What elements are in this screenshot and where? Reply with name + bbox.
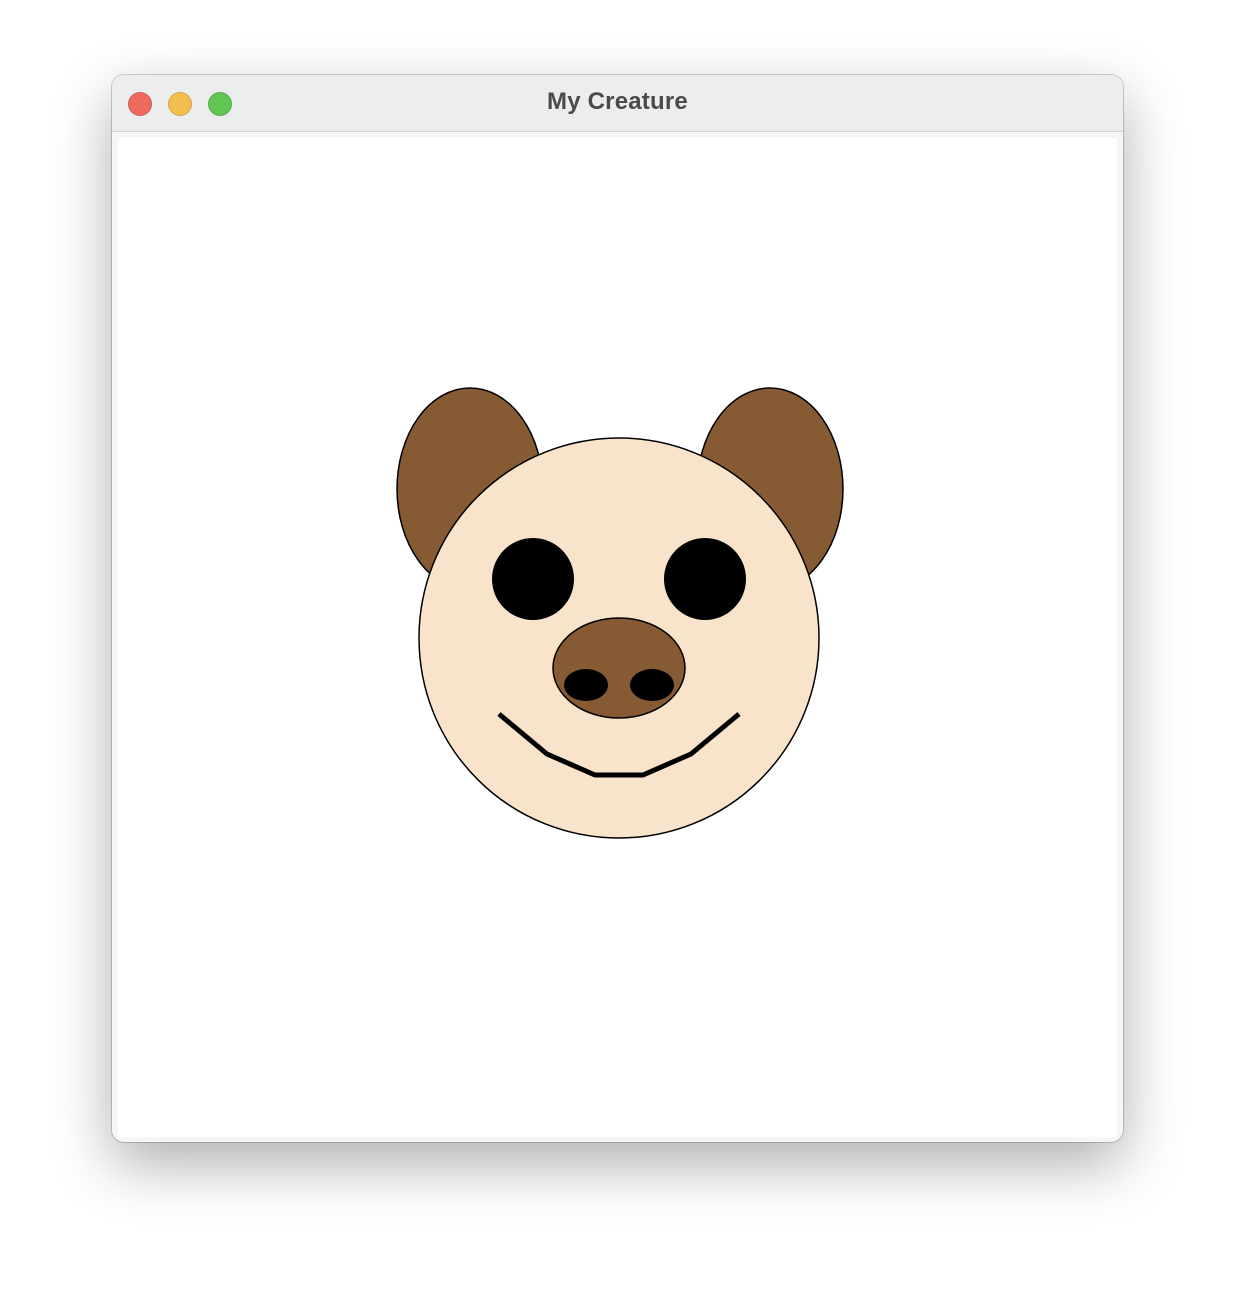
snout	[552, 617, 686, 719]
app-window: My Creature	[112, 75, 1123, 1142]
creature-drawing	[396, 387, 844, 839]
left-eye	[492, 538, 574, 620]
window-title: My Creature	[547, 88, 688, 115]
title-bar[interactable]: My Creature	[112, 75, 1123, 132]
left-nostril	[564, 669, 608, 701]
right-eye	[664, 538, 746, 620]
drawing-canvas	[118, 138, 1117, 1137]
right-nostril	[630, 669, 674, 701]
